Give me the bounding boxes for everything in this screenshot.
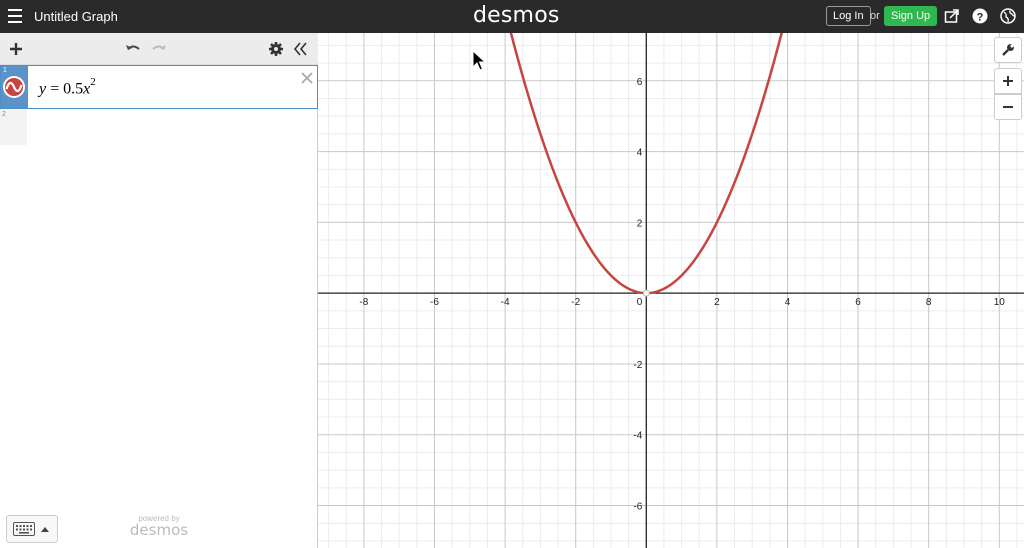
x-tick-label: -4: [501, 297, 510, 308]
brand-logo: desmos: [473, 3, 560, 28]
x-tick-label: 8: [926, 297, 932, 308]
expression-row[interactable]: 1 y = 0.5x2: [0, 65, 318, 109]
keyboard-toggle-button[interactable]: [6, 515, 58, 543]
powered-by-logo[interactable]: powered by desmos: [128, 514, 190, 539]
login-button[interactable]: Log In: [826, 6, 871, 26]
x-tick-label: -2: [571, 297, 580, 308]
expression-panel: 1 y = 0.5x2 2 powered by desmos: [0, 33, 318, 548]
powered-by-brand: desmos: [129, 521, 189, 539]
x-tick-label: -8: [359, 297, 368, 308]
svg-text:?: ?: [977, 11, 984, 23]
x-tick-label: 10: [994, 297, 1006, 308]
graph-canvas[interactable]: -8 -6 -4 -2 2 4 6 8 10 6 4 2 -2 -4 -6 0: [318, 33, 1024, 548]
y-tick-label: -2: [633, 360, 642, 371]
graph-color-icon[interactable]: [2, 75, 26, 99]
expression-index-2: 2: [2, 111, 6, 118]
x-tick-label: 2: [714, 297, 720, 308]
expression-index: 1: [3, 67, 7, 74]
language-icon[interactable]: [1000, 8, 1016, 24]
y-tick-label: -6: [633, 502, 642, 513]
caret-up-icon: [41, 527, 49, 532]
top-bar: Untitled Graph desmos Log In or Sign Up …: [0, 0, 1024, 33]
zoom-in-icon: [1003, 76, 1013, 86]
y-tick-label: 4: [637, 148, 643, 159]
expression-tab[interactable]: 1: [1, 66, 28, 108]
x-tick-label: -6: [430, 297, 439, 308]
zoom-in-button[interactable]: [994, 68, 1022, 94]
redo-icon[interactable]: [150, 40, 168, 58]
graph-settings-button[interactable]: [994, 37, 1022, 63]
y-tick-label: 6: [637, 77, 643, 88]
collapse-icon[interactable]: [292, 40, 310, 58]
equals-sign: =: [50, 80, 64, 98]
expression-input[interactable]: y = 0.5x2: [39, 76, 96, 98]
y-tick-label: 2: [637, 218, 643, 229]
settings-icon[interactable]: [267, 40, 285, 58]
origin-label: 0: [637, 297, 643, 308]
expression-coefficient: 0.5: [63, 80, 84, 98]
keyboard-icon: [13, 522, 35, 536]
expression-lhs: y: [39, 80, 47, 98]
zoom-out-button[interactable]: [994, 94, 1022, 120]
expression-exponent: 2: [90, 76, 96, 88]
undo-icon[interactable]: [124, 40, 142, 58]
graph-paper[interactable]: -8 -6 -4 -2 2 4 6 8 10 6 4 2 -2 -4 -6 0: [318, 33, 1024, 548]
share-icon[interactable]: [944, 8, 960, 24]
vertex-point: [642, 289, 650, 297]
zoom-out-icon: [1003, 106, 1013, 108]
y-tick-label: -4: [633, 431, 642, 442]
mouse-cursor-icon: [472, 50, 487, 71]
or-text: or: [870, 10, 880, 22]
x-tick-label: 6: [855, 297, 861, 308]
x-tick-label: 4: [785, 297, 791, 308]
add-icon[interactable]: [7, 40, 25, 58]
signup-button[interactable]: Sign Up: [884, 6, 938, 26]
delete-expression-icon[interactable]: [299, 70, 315, 86]
expression-toolbar: [0, 33, 318, 65]
help-icon[interactable]: ?: [972, 8, 988, 24]
menu-icon[interactable]: [8, 9, 22, 23]
graph-title[interactable]: Untitled Graph: [34, 9, 118, 24]
wrench-icon: [1002, 44, 1014, 56]
empty-expression-tab[interactable]: 2: [0, 109, 27, 145]
